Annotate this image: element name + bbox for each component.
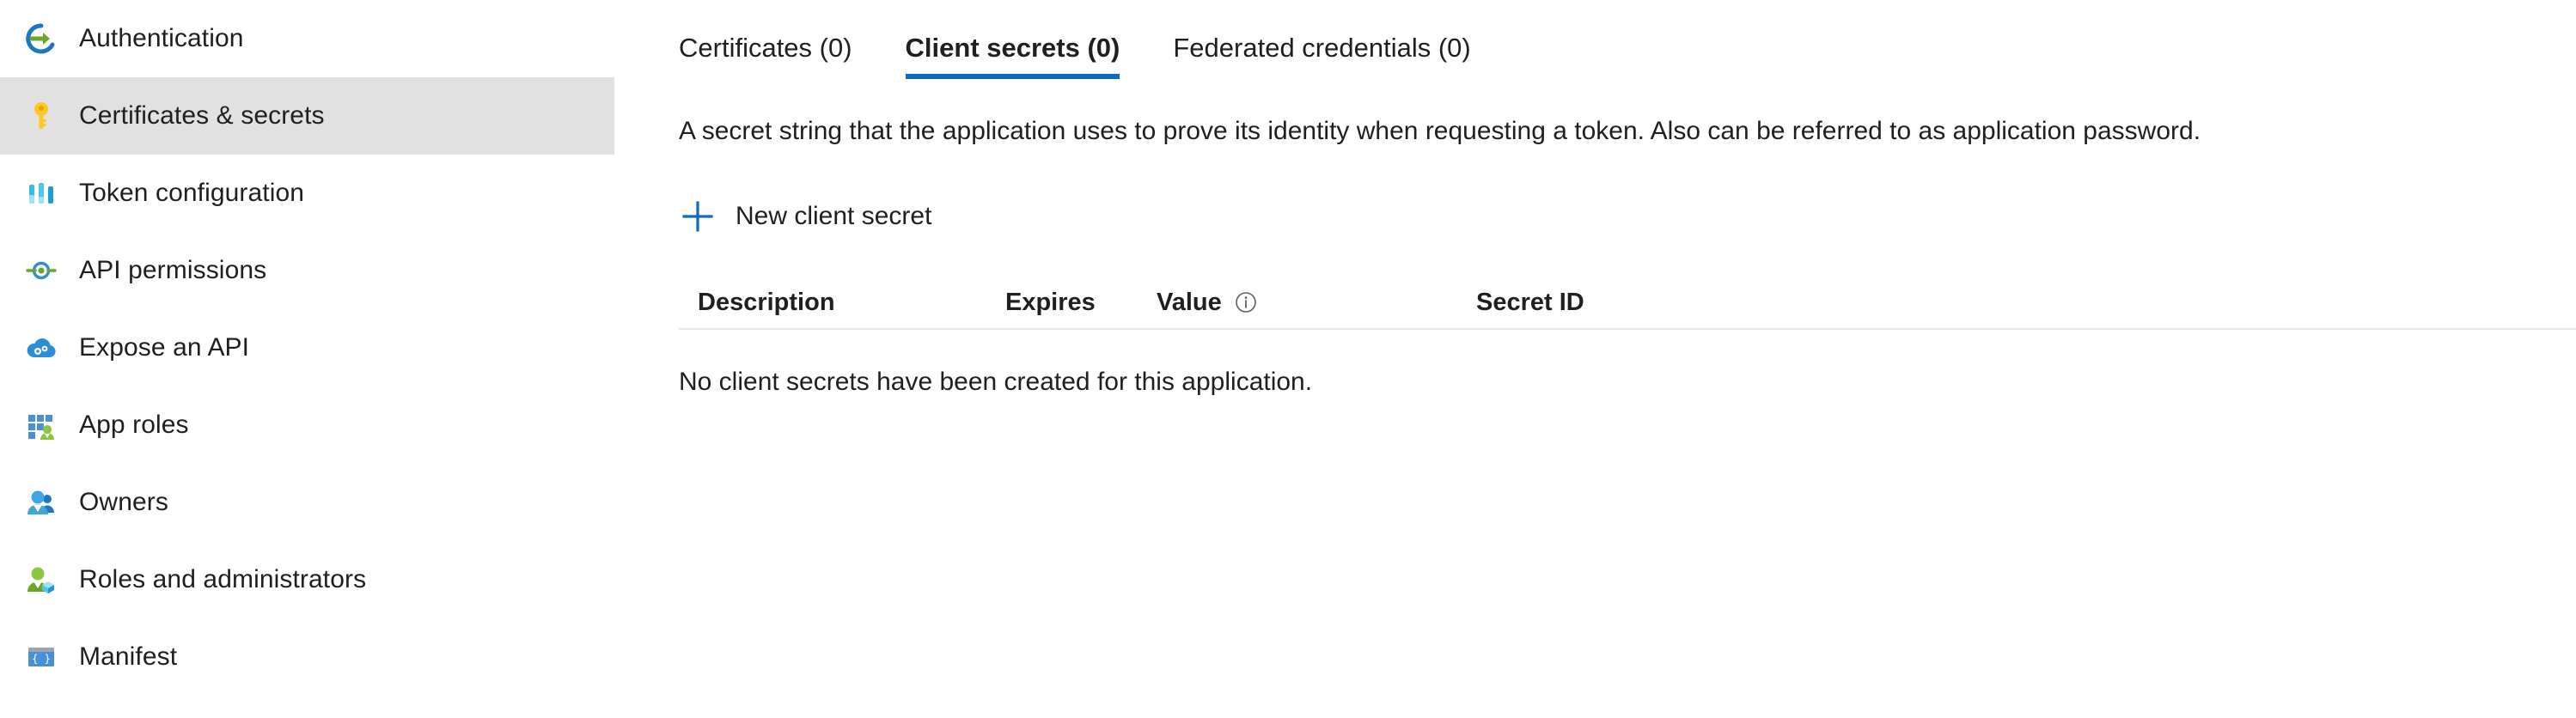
column-header-expires[interactable]: Expires: [1005, 289, 1157, 316]
token-configuration-icon: [24, 176, 58, 210]
sidebar-item-label: Token configuration: [79, 179, 305, 207]
sidebar-item-owners[interactable]: Owners: [0, 464, 614, 541]
table-empty-message: No client secrets have been created for …: [679, 368, 1313, 396]
sidebar-item-authentication[interactable]: Authentication: [0, 0, 614, 77]
plus-icon: [679, 198, 717, 235]
tab-client-secrets[interactable]: Client secrets (0): [905, 33, 1120, 79]
column-header-value[interactable]: Value: [1157, 289, 1476, 316]
column-header-secret-id[interactable]: Secret ID: [1476, 289, 1820, 316]
tab-label: Federated credentials (0): [1173, 33, 1471, 63]
sidebar-item-app-roles[interactable]: App roles: [0, 386, 614, 464]
key-icon: [24, 99, 58, 133]
roles-administrators-icon: [24, 563, 58, 597]
column-header-description[interactable]: Description: [698, 289, 1005, 316]
new-client-secret-label: New client secret: [736, 202, 932, 230]
client-secrets-panel: Certificates (0) Client secrets (0) Fede…: [679, 0, 2576, 718]
sidebar-item-label: API permissions: [79, 256, 267, 284]
sidebar-item-label: App roles: [79, 411, 189, 439]
new-client-secret-button[interactable]: New client secret: [679, 194, 940, 239]
sidebar-item-label: Authentication: [79, 24, 244, 52]
sidebar-item-expose-an-api[interactable]: Expose an API: [0, 309, 614, 386]
panel-description: A secret string that the application use…: [679, 117, 2201, 145]
tab-label: Client secrets (0): [905, 33, 1120, 63]
sidebar-item-label: Owners: [79, 488, 168, 516]
column-header-label: Value: [1157, 289, 1222, 316]
table-header-row: Description Expires Value Secret ID: [679, 277, 2576, 330]
credentials-tablist: Certificates (0) Client secrets (0) Fede…: [679, 0, 2576, 79]
sidebar-item-token-configuration[interactable]: Token configuration: [0, 155, 614, 232]
tab-label: Certificates (0): [679, 33, 852, 63]
app-roles-icon: [24, 408, 58, 442]
sidebar-item-label: Certificates & secrets: [79, 101, 325, 130]
api-permissions-icon: [24, 253, 58, 288]
command-bar: New client secret: [679, 192, 2576, 240]
sidebar-item-label: Expose an API: [79, 333, 250, 362]
app-shell: Authentication Certificates & secrets To…: [0, 0, 2576, 718]
column-header-label: Secret ID: [1476, 289, 1584, 316]
column-header-label: Expires: [1005, 289, 1096, 316]
tab-certificates[interactable]: Certificates (0): [679, 33, 852, 79]
sidebar-item-label: Roles and administrators: [79, 565, 367, 593]
sidebar-item-roles-and-administrators[interactable]: Roles and administrators: [0, 541, 614, 618]
owners-icon: [24, 485, 58, 520]
client-secrets-table: Description Expires Value Secret ID No c…: [679, 277, 2576, 397]
sidebar-item-label: Manifest: [79, 642, 178, 671]
info-icon[interactable]: [1234, 290, 1258, 314]
column-header-label: Description: [698, 289, 835, 316]
manifest-icon: { }: [24, 640, 58, 674]
app-registration-sidebar: Authentication Certificates & secrets To…: [0, 0, 679, 718]
tab-federated-credentials[interactable]: Federated credentials (0): [1173, 33, 1470, 79]
sidebar-item-api-permissions[interactable]: API permissions: [0, 232, 614, 309]
authentication-icon: [24, 21, 58, 56]
cloud-gears-icon: [24, 331, 58, 365]
sidebar-item-certificates-and-secrets[interactable]: Certificates & secrets: [0, 77, 614, 155]
svg-text:{ }: { }: [32, 653, 51, 665]
sidebar-item-manifest[interactable]: { } Manifest: [0, 618, 614, 696]
